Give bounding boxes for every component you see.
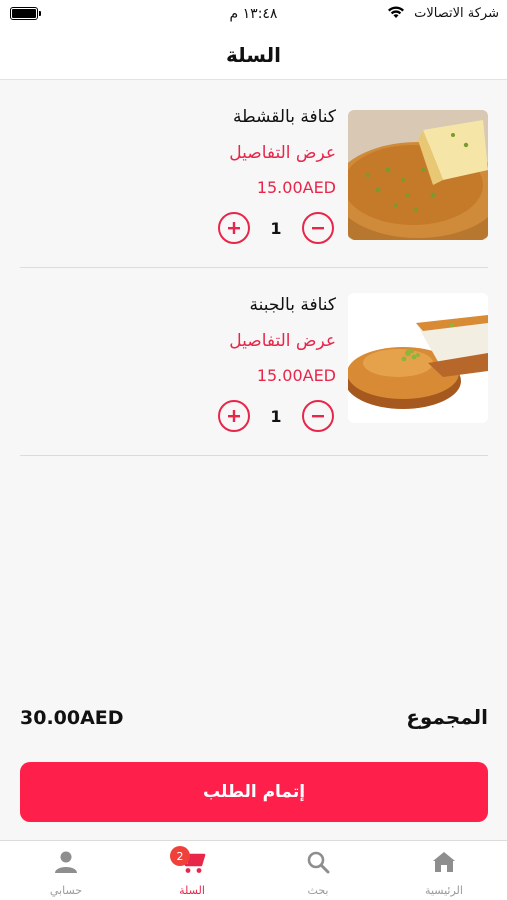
checkout-button[interactable]: إتمام الطلب [20,762,488,822]
plus-icon [228,410,240,422]
person-icon [55,851,77,873]
nav-item-cart[interactable]: 2 السلة [129,841,255,900]
total-label: المجموع [406,705,488,729]
kunafa-cheese-image [348,293,488,423]
nav-item-search[interactable]: بحث [255,841,381,900]
order-total-row: المجموع 30.00AED [20,705,488,739]
product-name: كنافة بالجبنة [249,295,337,315]
home-icon [433,852,455,872]
minus-icon [312,227,324,230]
plus-icon [228,222,240,234]
nav-item-home[interactable]: الرئيسية [381,841,507,900]
product-name: كنافة بالقشطة [233,107,336,127]
product-image[interactable] [348,293,488,423]
total-value: 30.00AED [20,707,124,729]
cart-icon-wrapper: 2 [170,846,206,875]
quantity-value: 1 [270,219,282,238]
increase-quantity-button[interactable] [218,400,250,432]
decrease-quantity-button[interactable] [302,400,334,432]
view-details-link[interactable]: عرض التفاصيل [229,331,336,351]
product-price: 15.00AED [256,366,336,385]
cart-item: كنافة بالجبنة عرض التفاصيل 15.00AED 1 [20,286,488,456]
nav-label-cart: السلة [179,884,205,897]
nav-label-account: حسابي [49,884,83,897]
nav-label-home: الرئيسية [425,884,463,897]
cart-count-badge: 2 [170,846,190,866]
status-bar: ١٣:٤٨ م شركة الاتصالات [0,0,507,30]
search-icon [307,851,330,874]
minus-icon [312,415,324,418]
increase-quantity-button[interactable] [218,212,250,244]
view-details-link[interactable]: عرض التفاصيل [229,143,336,163]
carrier-name: شركة الاتصالات [414,6,499,21]
cart-item: كنافة بالقشطة عرض التفاصيل 15.00AED 1 [20,98,488,268]
product-price: 15.00AED [256,178,336,197]
quantity-value: 1 [270,407,282,426]
page-title: السلة [225,42,281,67]
checkout-button-label: إتمام الطلب [202,782,306,802]
page-header: السلة [0,30,507,80]
decrease-quantity-button[interactable] [302,212,334,244]
wifi-icon [388,6,404,18]
product-image[interactable] [348,110,488,240]
nav-label-search: بحث [307,884,329,897]
nav-item-account[interactable]: حسابي [3,841,129,900]
bottom-navigation: الرئيسية بحث 2 السلة حسابي [0,840,507,900]
kunafa-qishta-image [348,110,488,240]
